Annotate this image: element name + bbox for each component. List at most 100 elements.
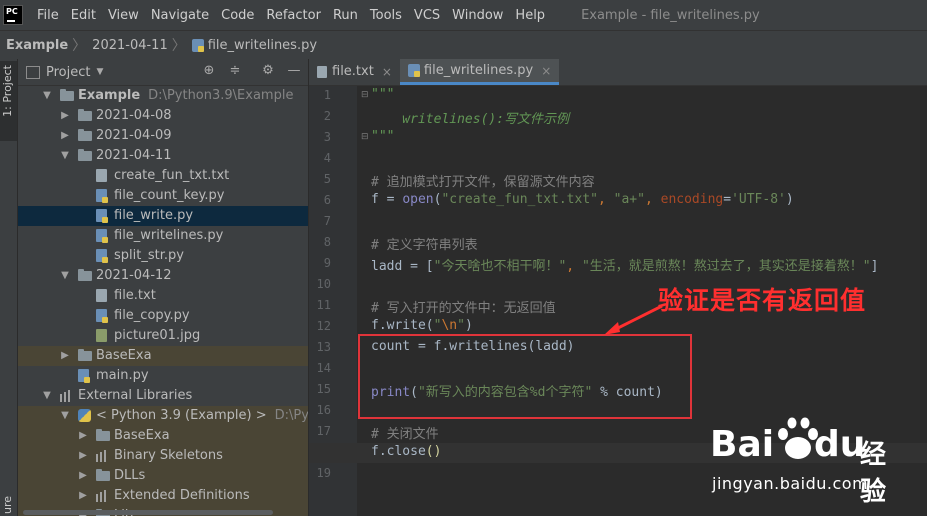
breadcrumb: Example 〉 2021-04-11 〉 file_writelines.p… bbox=[0, 30, 927, 60]
tree-item[interactable]: create_fun_txt.txt bbox=[18, 166, 308, 186]
code-line[interactable]: ladd = ["今天啥也不相干啊！", "生活，就是煎熬！熬过去了，其实还是接… bbox=[371, 255, 878, 274]
code-line[interactable]: # 定义字符串列表 bbox=[371, 234, 478, 253]
chevron-down-icon[interactable]: ▼ bbox=[96, 67, 103, 77]
menu-file[interactable]: File bbox=[31, 8, 65, 23]
chevron-down-icon[interactable]: ▼ bbox=[60, 406, 70, 426]
tree-item[interactable]: ▼ External Libraries bbox=[18, 386, 308, 406]
collapse-all-icon[interactable]: ≑ bbox=[228, 64, 242, 78]
breadcrumb-file[interactable]: file_writelines.py bbox=[186, 38, 321, 53]
tree-item[interactable]: ▶ DLLs bbox=[18, 466, 308, 486]
tree-item-label: 2021-04-09 bbox=[96, 128, 172, 143]
code-line[interactable]: writelines():写文件示例 bbox=[371, 108, 569, 127]
chevron-right-icon[interactable]: ▶ bbox=[78, 446, 88, 466]
folder-icon bbox=[96, 469, 110, 481]
code-line[interactable]: f = open("create_fun_txt.txt", "a+", enc… bbox=[371, 192, 794, 207]
chevron-right-icon[interactable]: ▶ bbox=[78, 426, 88, 446]
code-token: \n bbox=[441, 318, 458, 333]
structure-tool-tab[interactable]: ure bbox=[0, 486, 17, 516]
tree-item[interactable]: split_str.py bbox=[18, 246, 308, 266]
menu-refactor[interactable]: Refactor bbox=[260, 8, 327, 23]
tree-item[interactable]: ▶ BaseExa bbox=[18, 346, 308, 366]
editor-tab[interactable]: file.txt × bbox=[309, 59, 400, 85]
menu-help[interactable]: Help bbox=[509, 8, 551, 23]
folder-icon bbox=[78, 129, 92, 141]
tree-item[interactable]: file_writelines.py bbox=[18, 226, 308, 246]
chevron-down-icon[interactable]: ▼ bbox=[42, 86, 52, 106]
tree-item[interactable]: file.txt bbox=[18, 286, 308, 306]
python-file-icon bbox=[96, 229, 108, 243]
chevron-right-icon[interactable]: ▶ bbox=[78, 466, 88, 486]
tree-item[interactable]: ▶ 2021-04-08 bbox=[18, 106, 308, 126]
tree-item-label: file_writelines.py bbox=[114, 228, 224, 243]
code-token: ) bbox=[464, 318, 473, 333]
chevron-right-icon[interactable]: ▶ bbox=[60, 106, 70, 126]
library-icon bbox=[60, 390, 72, 402]
tree-item[interactable]: file_copy.py bbox=[18, 306, 308, 326]
menu-vcs[interactable]: VCS bbox=[408, 8, 446, 23]
tree-item-text: Binary Skeletons bbox=[114, 446, 223, 466]
project-horizontal-scrollbar[interactable] bbox=[18, 509, 308, 516]
tree-item-label: file_count_key.py bbox=[114, 188, 225, 203]
fold-marker-icon[interactable]: ⊟ bbox=[361, 90, 370, 100]
project-tool-tab[interactable]: 1: Project bbox=[0, 61, 17, 141]
python-sdk-icon bbox=[78, 409, 91, 422]
menu-window[interactable]: Window bbox=[446, 8, 509, 23]
tree-item[interactable]: file_count_key.py bbox=[18, 186, 308, 206]
tree-item-text: file_copy.py bbox=[114, 306, 190, 326]
python-file-icon bbox=[78, 369, 90, 383]
code-line[interactable]: # 追加模式打开文件，保留源文件内容 bbox=[371, 171, 595, 190]
menu-edit[interactable]: Edit bbox=[65, 8, 102, 23]
editor-tab[interactable]: file_writelines.py × bbox=[399, 58, 560, 85]
code-line[interactable]: """ bbox=[371, 129, 394, 144]
gear-icon[interactable]: ⚙ bbox=[261, 64, 275, 78]
tree-item[interactable]: ▶ 2021-04-09 bbox=[18, 126, 308, 146]
code-line[interactable]: f.write("\n") bbox=[371, 318, 473, 333]
chevron-right-icon[interactable]: ▶ bbox=[60, 346, 70, 366]
code-line[interactable]: """ bbox=[371, 87, 394, 102]
tree-item[interactable]: ▼ 2021-04-11 bbox=[18, 146, 308, 166]
close-icon[interactable]: × bbox=[541, 58, 551, 84]
fold-marker-icon[interactable]: ⊟ bbox=[361, 132, 370, 142]
line-number: 10 bbox=[316, 277, 331, 291]
code-line[interactable]: f.close() bbox=[371, 444, 441, 459]
chevron-down-icon[interactable]: ▼ bbox=[60, 266, 70, 286]
tree-item[interactable]: file_write.py bbox=[18, 206, 308, 226]
menu-code[interactable]: Code bbox=[215, 8, 260, 23]
code-token: # 写入打开的文件中：无返回值 bbox=[371, 301, 556, 316]
code-line[interactable]: # 写入打开的文件中：无返回值 bbox=[371, 297, 556, 316]
close-icon[interactable]: × bbox=[382, 59, 392, 85]
tree-item[interactable]: ▶ Extended Definitions bbox=[18, 486, 308, 506]
tree-item[interactable]: ▶ Binary Skeletons bbox=[18, 446, 308, 466]
menu-view[interactable]: View bbox=[102, 8, 145, 23]
breadcrumb-project[interactable]: Example bbox=[0, 38, 72, 53]
project-panel-title[interactable]: Project bbox=[46, 65, 90, 80]
code-token: "今天啥也不相干啊！" bbox=[433, 259, 567, 274]
tree-item[interactable]: ▼ < Python 3.9 (Example) > D:\Python3.9\ bbox=[18, 406, 308, 426]
tree-item[interactable]: ▶ BaseExa bbox=[18, 426, 308, 446]
tree-item[interactable]: picture01.jpg bbox=[18, 326, 308, 346]
library-icon bbox=[96, 450, 108, 462]
tree-item-text: file_count_key.py bbox=[114, 186, 224, 206]
tree-item[interactable]: ▼ 2021-04-12 bbox=[18, 266, 308, 286]
locate-target-icon[interactable]: ⊕ bbox=[202, 64, 216, 78]
tree-item[interactable]: main.py bbox=[18, 366, 308, 386]
code-token: ] bbox=[870, 259, 879, 274]
window-title: Example - file_writelines.py bbox=[581, 7, 760, 23]
code-line[interactable]: # 关闭文件 bbox=[371, 423, 439, 442]
menu-navigate[interactable]: Navigate bbox=[145, 8, 215, 23]
chevron-down-icon[interactable]: ▼ bbox=[60, 146, 70, 166]
line-number: 17 bbox=[316, 424, 331, 438]
code-token: encoding bbox=[660, 192, 724, 207]
line-number: 12 bbox=[316, 319, 331, 333]
project-tool-tab-label: 1: Project bbox=[1, 65, 14, 117]
menu-run[interactable]: Run bbox=[327, 8, 364, 23]
chevron-right-icon[interactable]: ▶ bbox=[60, 126, 70, 146]
menu-tools[interactable]: Tools bbox=[364, 8, 408, 23]
chevron-right-icon[interactable]: ▶ bbox=[78, 486, 88, 506]
code-token: """ bbox=[371, 129, 395, 144]
tree-item[interactable]: ▼ Example D:\Python3.9\Example bbox=[18, 86, 308, 106]
chevron-down-icon[interactable]: ▼ bbox=[42, 386, 52, 406]
breadcrumb-folder[interactable]: 2021-04-11 bbox=[86, 38, 172, 53]
code-token: "a+" bbox=[613, 192, 645, 207]
minimize-icon[interactable]: — bbox=[287, 64, 301, 78]
